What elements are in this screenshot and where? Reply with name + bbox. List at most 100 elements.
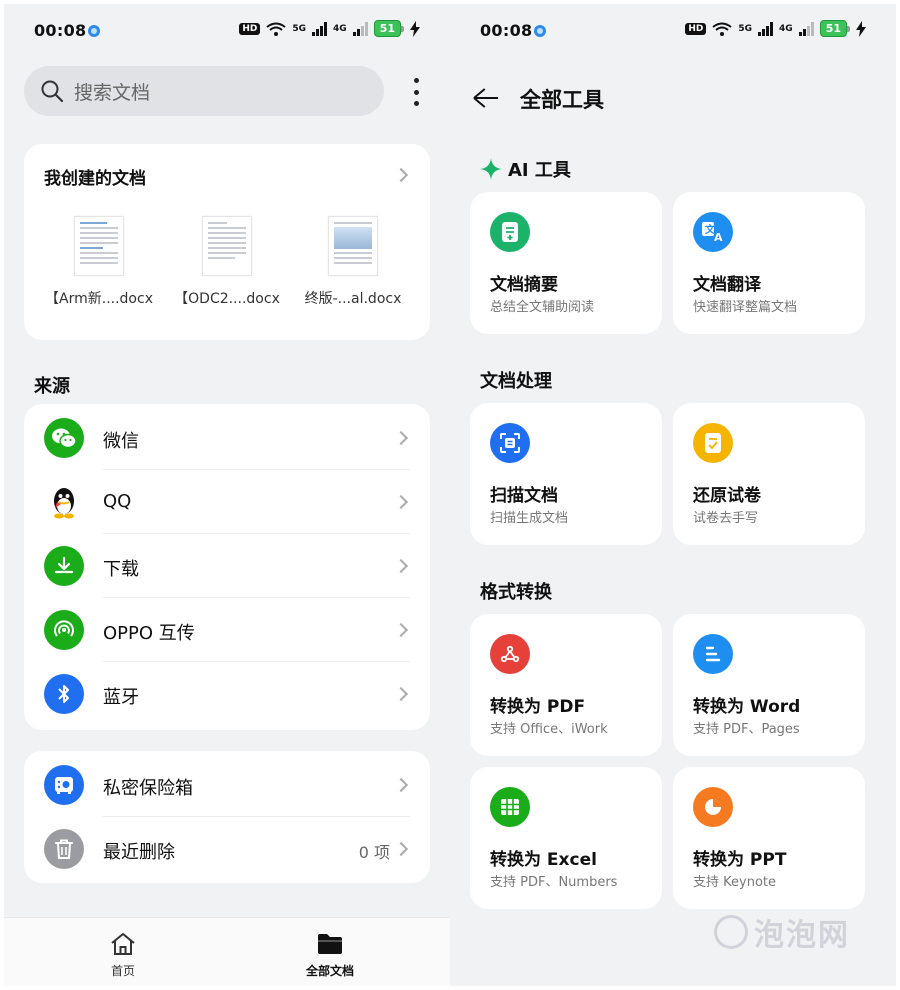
tool-scan-document[interactable]: 扫描文档 扫描生成文档 [470, 403, 662, 545]
tool-description: 支持 Keynote [693, 875, 776, 890]
charging-icon [856, 20, 866, 37]
document-item[interactable]: 【Arm新....docx [39, 216, 159, 308]
back-arrow-icon[interactable] [472, 86, 498, 110]
watermark: 泡泡网 [714, 910, 850, 954]
battery-level: 51 [819, 20, 847, 37]
hd-icon: HD [685, 22, 707, 35]
section-title: 格式转换 [480, 582, 552, 603]
pdf-icon [490, 634, 530, 674]
chevron-right-icon [393, 558, 409, 574]
download-icon [44, 546, 84, 586]
document-name: 【Arm新....docx [45, 291, 153, 307]
section-ai-tools: AI 工具 [480, 156, 571, 182]
source-label: OPPO 互传 [103, 623, 195, 644]
document-item[interactable]: 【ODC2....docx [167, 216, 287, 308]
status-icons: HD 5G 4G 51 [239, 20, 420, 37]
trash-icon [44, 829, 84, 869]
svg-text:A: A [714, 231, 723, 243]
tool-name: 转换为 PDF [490, 697, 586, 717]
ppt-icon [693, 787, 733, 827]
watermark-text: 泡泡网 [754, 918, 850, 953]
chevron-right-icon [393, 777, 409, 793]
tool-restore-exam[interactable]: 还原试卷 试卷去手写 [673, 403, 865, 545]
wechat-icon [44, 418, 84, 458]
source-item-wechat[interactable]: 微信 [24, 406, 430, 470]
tool-name: 还原试卷 [693, 486, 761, 506]
private-vault-item[interactable]: 私密保险箱 [24, 753, 430, 817]
net-5g-label: 5G [292, 23, 307, 34]
wifi-icon [266, 22, 286, 36]
safe-icon [44, 765, 84, 805]
my-documents-card: 我创建的文档 【Arm新....docx 【ODC2....docx 终版-..… [24, 144, 430, 340]
document-name: 终版-...al.docx [304, 291, 402, 307]
document-thumbnail [202, 216, 252, 276]
net-4g-label: 4G [333, 23, 347, 34]
tool-name: 文档摘要 [490, 275, 558, 295]
source-label: QQ [103, 491, 132, 512]
summary-icon [490, 212, 530, 252]
status-bar: 00:08 HD 5G 4G 51 [450, 4, 896, 56]
source-item-qq[interactable]: QQ [24, 470, 430, 534]
qq-icon [44, 482, 84, 522]
signal-5g-icon [312, 21, 328, 36]
private-label: 私密保险箱 [103, 778, 193, 799]
my-documents-title: 我创建的文档 [44, 169, 146, 189]
tab-home[interactable]: 首页 [83, 930, 163, 979]
search-input[interactable]: 搜索文档 [24, 66, 384, 116]
tool-description: 试卷去手写 [693, 511, 759, 526]
battery-level: 51 [373, 20, 401, 37]
source-item-oppo-share[interactable]: OPPO 互传 [24, 598, 430, 662]
chevron-right-icon [393, 494, 409, 510]
tool-convert-word[interactable]: 转换为 Word 支持 PDF、Pages [673, 614, 865, 756]
section-format-conversion: 格式转换 [480, 578, 552, 604]
tool-name: 转换为 PPT [693, 850, 787, 870]
document-item[interactable]: 终版-...al.docx [293, 216, 413, 308]
recently-deleted-item[interactable]: 最近删除 0 项 [24, 817, 430, 881]
share-icon [44, 610, 84, 650]
more-menu-icon[interactable] [406, 78, 426, 106]
excel-icon [490, 787, 530, 827]
all-tools-screen: 00:08 HD 5G 4G 51 全部工具 AI 工具 文档摘要 总结全文辅助… [450, 4, 896, 986]
signal-4g-icon [798, 21, 814, 36]
tool-description: 支持 PDF、Numbers [490, 875, 618, 890]
signal-5g-icon [758, 21, 774, 36]
tool-convert-pdf[interactable]: 转换为 PDF 支持 Office、iWork [470, 614, 662, 756]
word-icon [693, 634, 733, 674]
tool-name: 扫描文档 [490, 486, 558, 506]
home-icon [111, 933, 135, 955]
source-item-download[interactable]: 下载 [24, 534, 430, 598]
private-list: 私密保险箱 最近删除 0 项 [24, 751, 430, 883]
tool-document-translate[interactable]: 文A 文档翻译 快速翻译整篇文档 [673, 192, 865, 334]
charging-icon [410, 20, 420, 37]
bluetooth-icon [44, 674, 84, 714]
source-label: 下载 [103, 559, 139, 580]
exam-icon [693, 423, 733, 463]
chevron-right-icon [393, 430, 409, 446]
tool-name: 文档翻译 [693, 275, 761, 295]
chevron-right-icon [393, 622, 409, 638]
tool-convert-ppt[interactable]: 转换为 PPT 支持 Keynote [673, 767, 865, 909]
documents-screen: 00:08 HD 5G 4G 51 搜索文档 我创建的文档 【Arm新....d… [4, 4, 450, 986]
sparkle-icon [480, 158, 502, 180]
tool-document-summary[interactable]: 文档摘要 总结全文辅助阅读 [470, 192, 662, 334]
tab-all-documents[interactable]: 全部文档 [290, 930, 370, 979]
tool-description: 总结全文辅助阅读 [490, 300, 595, 315]
sources-list: 微信 QQ 下载 OPPO 互传 蓝牙 [24, 404, 430, 730]
sources-title: 来源 [34, 376, 70, 397]
signal-4g-icon [352, 21, 368, 36]
source-item-bluetooth[interactable]: 蓝牙 [24, 662, 430, 726]
private-label: 最近删除 [103, 842, 175, 863]
page-title: 全部工具 [520, 88, 604, 112]
hd-icon: HD [239, 22, 261, 35]
battery-icon: 51 [373, 20, 404, 37]
chevron-right-icon[interactable] [393, 167, 409, 183]
document-thumbnail [328, 216, 378, 276]
tool-convert-excel[interactable]: 转换为 Excel 支持 PDF、Numbers [470, 767, 662, 909]
section-title: 文档处理 [480, 371, 552, 392]
location-icon [534, 25, 546, 37]
location-icon [88, 25, 100, 37]
tool-description: 支持 PDF、Pages [693, 722, 800, 737]
scan-icon [490, 423, 530, 463]
tool-description: 支持 Office、iWork [490, 722, 608, 737]
document-thumbnail [74, 216, 124, 276]
